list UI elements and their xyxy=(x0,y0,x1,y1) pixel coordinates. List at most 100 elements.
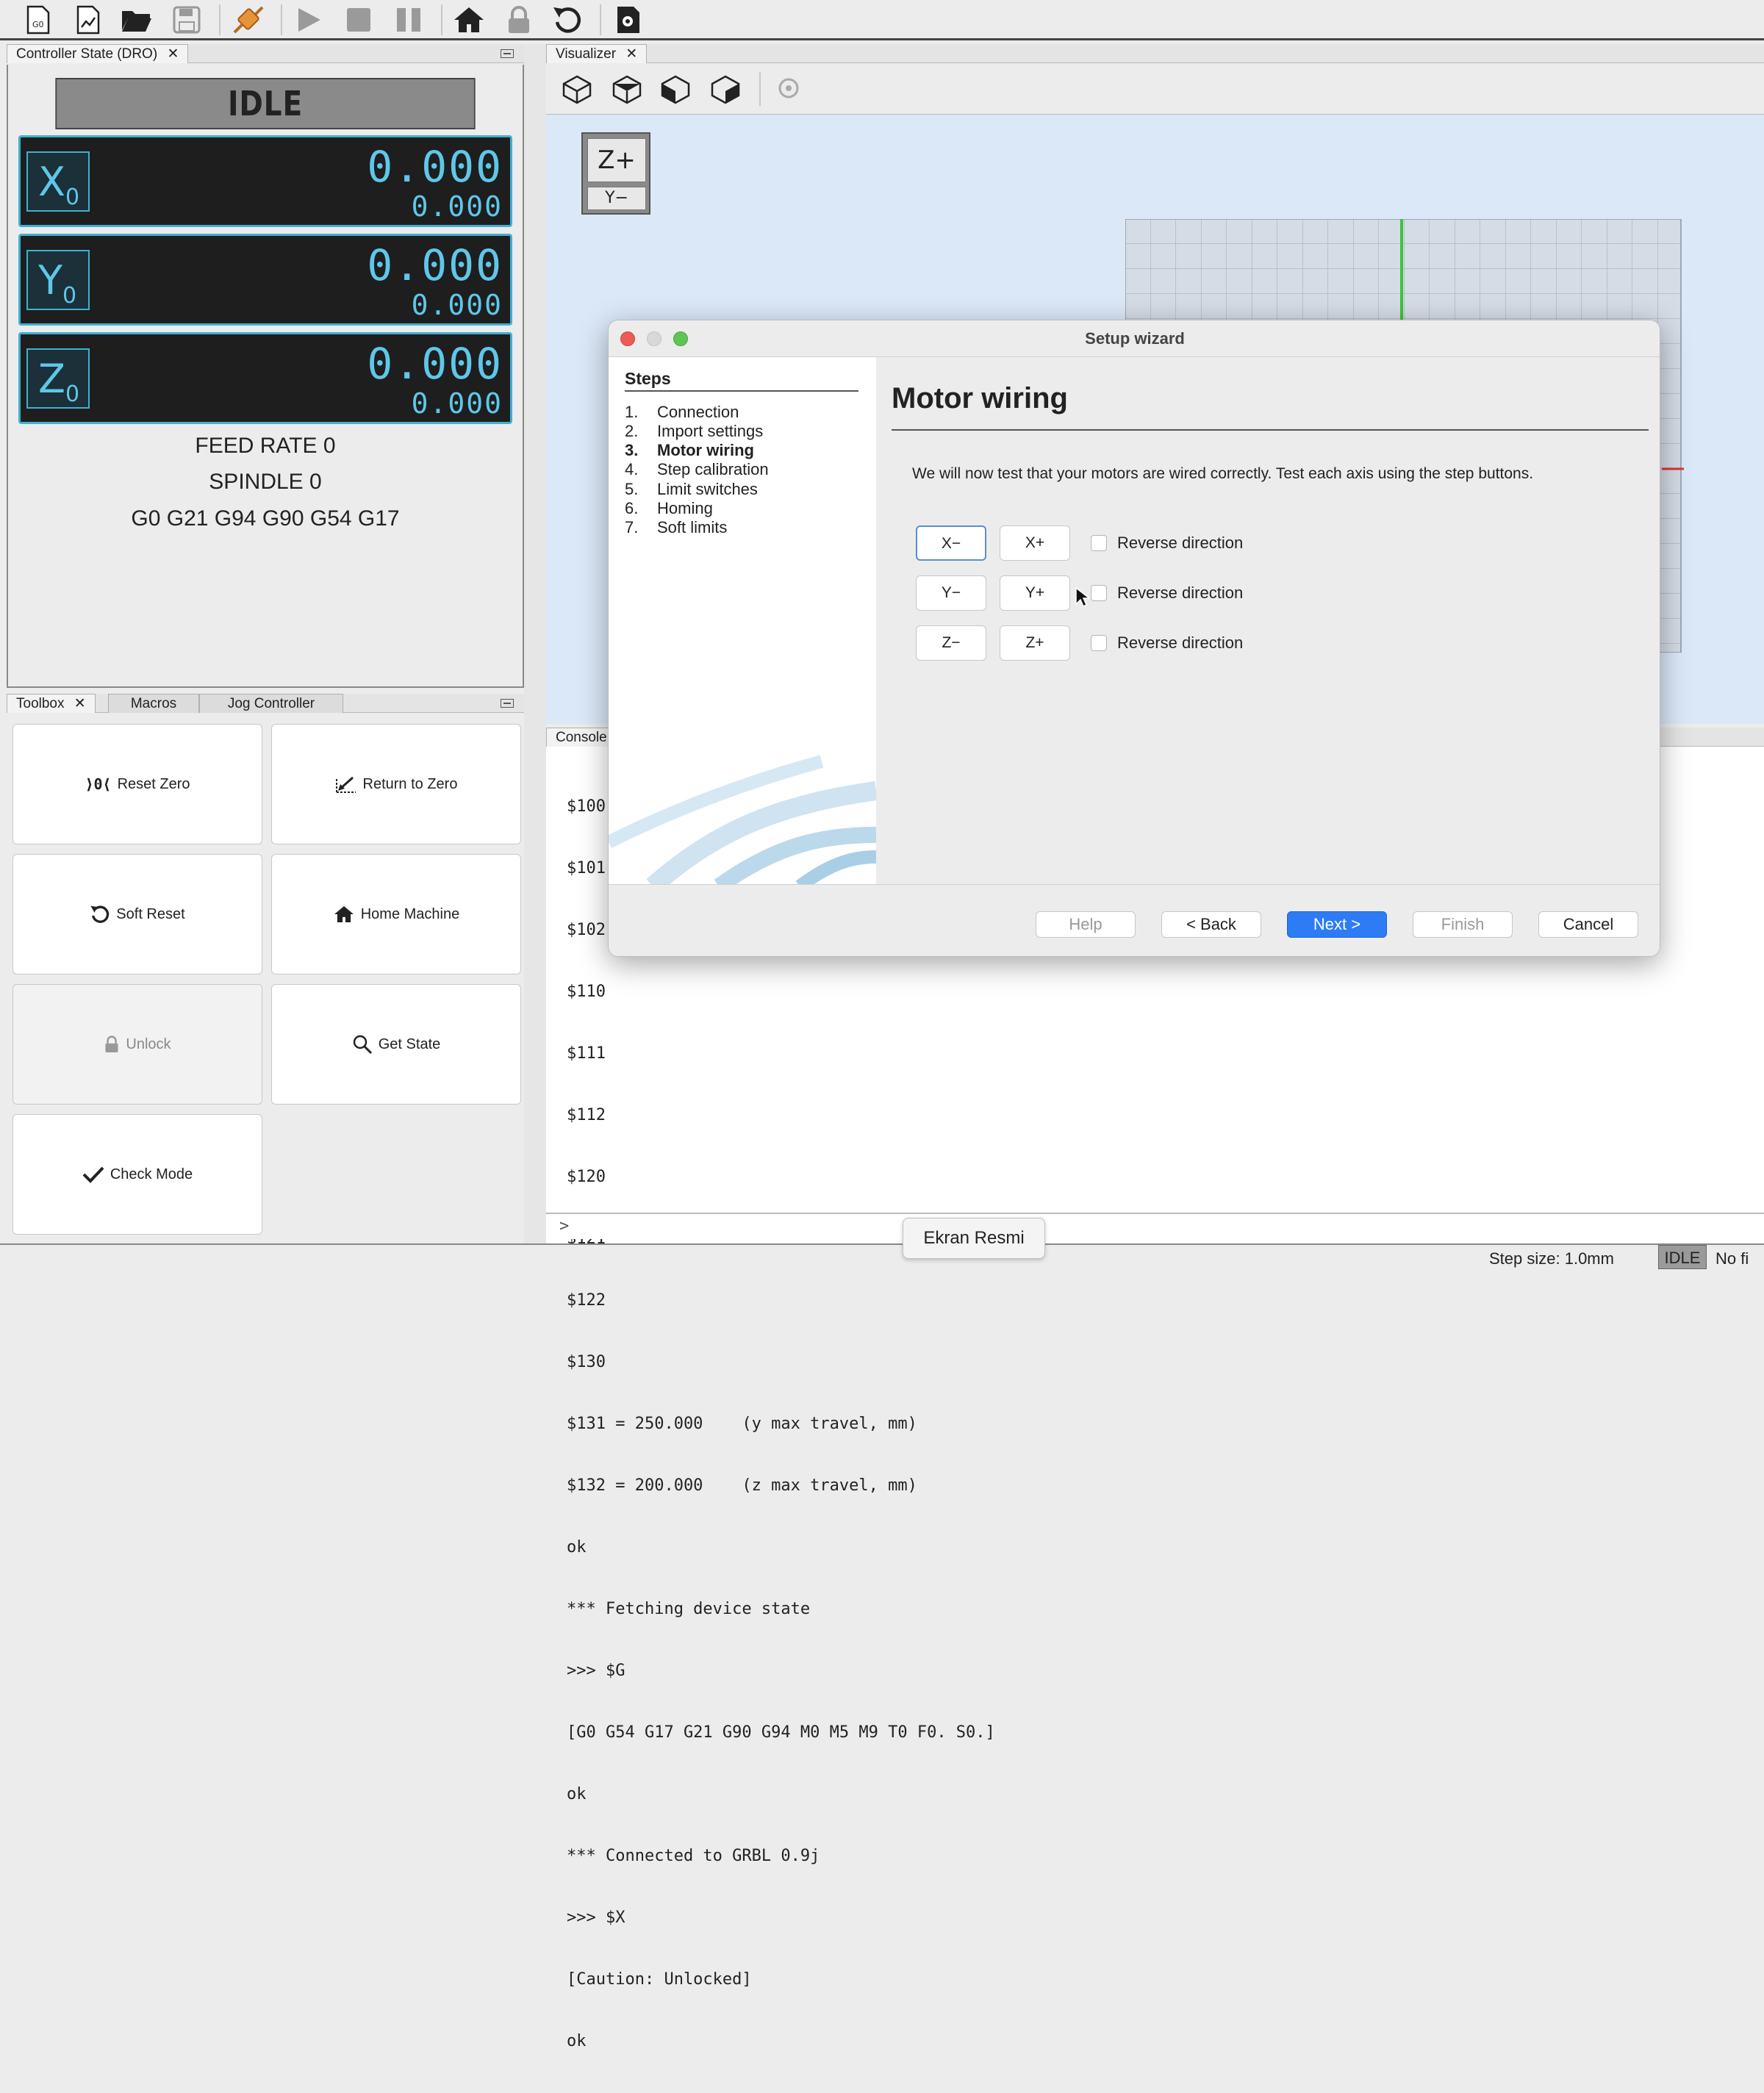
unlock-button[interactable]: Unlock xyxy=(12,984,262,1105)
z-axis-zero-button[interactable]: Z0 xyxy=(26,348,90,409)
tab-toolbox[interactable]: Toolbox ✕ xyxy=(7,694,96,713)
lock-icon xyxy=(105,1035,118,1052)
console-line: >>> $G xyxy=(567,1662,625,1680)
save-icon[interactable] xyxy=(168,3,206,37)
console-line: $111 xyxy=(567,1044,606,1063)
status-bar: Step size: 1.0mm IDLE No fi xyxy=(0,1243,1764,1269)
minimize-window-icon[interactable] xyxy=(647,331,662,346)
finish-button[interactable]: Finish xyxy=(1413,911,1513,938)
close-icon[interactable]: ✕ xyxy=(625,46,637,62)
view-cube-top-face[interactable]: Z+ xyxy=(587,138,646,182)
minimize-icon[interactable] xyxy=(501,49,514,58)
tab-visualizer[interactable]: Visualizer ✕ xyxy=(546,44,648,63)
tab-macros[interactable]: Macros xyxy=(108,694,199,713)
view-top-icon[interactable] xyxy=(611,73,643,106)
x-axis-zero-button[interactable]: X0 xyxy=(26,151,90,212)
tab-label: Toolbox xyxy=(16,696,65,711)
get-state-button[interactable]: Get State xyxy=(271,984,521,1105)
dialog-title: Setup wizard xyxy=(1085,329,1185,348)
x-reverse-label: Reverse direction xyxy=(1117,534,1244,552)
x-plus-button[interactable]: X+ xyxy=(1000,525,1070,561)
step-item: 2. Import settings xyxy=(625,422,764,440)
reset-icon[interactable] xyxy=(548,3,587,37)
y-plus-button[interactable]: Y+ xyxy=(1000,575,1070,611)
console-line: $120 xyxy=(567,1168,606,1186)
stop-icon[interactable] xyxy=(340,3,378,37)
wizard-steps-panel: Steps 1. Connection 2. Import settings 3. M… xyxy=(609,357,876,884)
machine-state-banner: IDLE xyxy=(55,78,476,129)
view-isometric-icon[interactable] xyxy=(561,73,593,106)
check-mode-button[interactable]: Check Mode xyxy=(12,1114,262,1235)
view-front-icon[interactable] xyxy=(709,73,742,106)
help-button[interactable]: Help xyxy=(1036,911,1136,938)
z-reverse-label: Reverse direction xyxy=(1117,633,1244,652)
z-plus-button[interactable]: Z+ xyxy=(1000,625,1070,661)
console-line: >>> $X xyxy=(567,1909,625,1927)
x-machine-position: 0.000 xyxy=(411,190,503,223)
home-icon[interactable] xyxy=(450,3,488,37)
open-folder-icon[interactable] xyxy=(118,3,156,37)
lock-icon[interactable] xyxy=(500,3,538,37)
home-icon xyxy=(334,905,354,923)
tab-console[interactable]: Console xyxy=(546,728,617,747)
search-icon xyxy=(353,1035,372,1055)
tab-jog-controller[interactable]: Jog Controller xyxy=(199,694,343,713)
step-item: 6. Homing xyxy=(625,499,713,517)
button-label: Home Machine xyxy=(360,905,460,922)
gcode-file-icon[interactable]: G0 xyxy=(19,3,57,37)
pause-icon[interactable] xyxy=(390,3,428,37)
cancel-button[interactable]: Cancel xyxy=(1538,911,1638,938)
console-line: *** Connected to GRBL 0.9j xyxy=(567,1847,820,1865)
dialog-titlebar[interactable]: Setup wizard xyxy=(609,320,1660,357)
console-line: $132 = 200.000 (z max travel, mm) xyxy=(567,1476,917,1495)
back-button[interactable]: < Back xyxy=(1161,911,1261,938)
console-line: ok xyxy=(567,1785,587,1803)
reset-zero-button[interactable]: ⟩0⟨ Reset Zero xyxy=(12,724,262,844)
reset-icon xyxy=(90,905,110,923)
soft-reset-button[interactable]: Soft Reset xyxy=(12,854,262,974)
close-window-icon[interactable] xyxy=(620,331,635,346)
home-machine-button[interactable]: Home Machine xyxy=(271,854,521,974)
status-state-badge: IDLE xyxy=(1658,1245,1707,1269)
view-cube-front-face[interactable]: Y− xyxy=(587,187,646,210)
y-reverse-checkbox[interactable] xyxy=(1091,585,1107,601)
minimize-icon[interactable] xyxy=(501,699,514,708)
heading-divider xyxy=(892,429,1649,431)
chart-file-icon[interactable] xyxy=(69,3,107,37)
view-left-icon[interactable] xyxy=(659,73,692,106)
close-icon[interactable]: ✕ xyxy=(167,46,179,62)
x-reverse-checkbox[interactable] xyxy=(1091,535,1107,551)
dro-panel: IDLE X0 0.000 0.000 Y0 0.000 0.000 Z0 0.… xyxy=(7,65,524,688)
active-gcodes-label: G0 G21 G94 G90 G54 G17 xyxy=(131,506,400,531)
play-icon[interactable] xyxy=(290,3,328,37)
spindle-label: SPINDLE 0 xyxy=(209,470,322,494)
y-machine-position: 0.000 xyxy=(411,289,503,321)
console-command-input[interactable]: > xyxy=(546,1213,1764,1239)
y-axis-zero-button[interactable]: Y0 xyxy=(26,250,90,310)
step-item: 4. Step calibration xyxy=(625,460,769,478)
dro-panel-header: Controller State (DRO) ✕ xyxy=(7,44,524,63)
y-work-position: 0.000 xyxy=(367,240,503,290)
tab-controller-state[interactable]: Controller State (DRO) ✕ xyxy=(7,44,189,63)
x-minus-button[interactable]: X− xyxy=(916,525,986,561)
console-line: [Caution: Unlocked] xyxy=(567,1970,752,1989)
button-label: Check Mode xyxy=(110,1166,193,1182)
visualizer-settings-icon[interactable] xyxy=(774,73,803,103)
console-line: $130 xyxy=(567,1353,606,1371)
button-label: Return to Zero xyxy=(362,775,458,792)
visualizer-toolbar xyxy=(546,65,1764,115)
console-line: $112 xyxy=(567,1106,606,1124)
settings-doc-icon[interactable] xyxy=(609,3,647,37)
next-button[interactable]: Next > xyxy=(1287,911,1387,938)
view-cube[interactable]: Z+ Y− xyxy=(581,132,650,215)
z-minus-button[interactable]: Z− xyxy=(916,625,986,661)
y-minus-button[interactable]: Y− xyxy=(916,575,986,611)
z-reverse-checkbox[interactable] xyxy=(1091,635,1107,651)
close-icon[interactable]: ✕ xyxy=(74,696,86,711)
zoom-window-icon[interactable] xyxy=(673,331,688,346)
x-axis-row: X0 0.000 0.000 xyxy=(18,135,512,227)
file-status-label: No fi xyxy=(1715,1249,1749,1268)
return-to-zero-button[interactable]: Return to Zero xyxy=(271,724,521,844)
split-divider[interactable] xyxy=(524,44,546,1243)
connect-plug-icon[interactable] xyxy=(229,3,268,37)
